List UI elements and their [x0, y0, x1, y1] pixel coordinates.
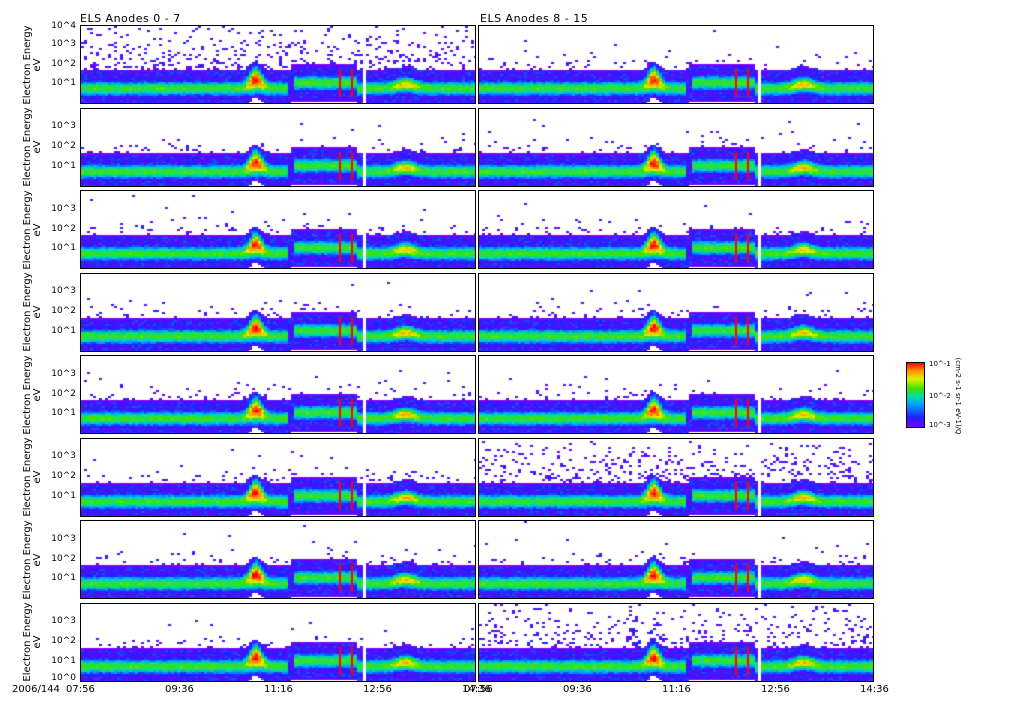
left-column-title: ELS Anodes 0 - 7 — [80, 12, 181, 25]
spectrogram-panel — [478, 355, 874, 434]
y-tick-label: 10^1 — [51, 490, 76, 501]
x-tick-label: 07:56 — [66, 684, 95, 695]
spectrogram-panel — [478, 107, 874, 187]
y-tick-label: 10^3 — [51, 451, 76, 462]
spectrogram-panel — [80, 107, 476, 187]
y-axis-label-line2: eV — [32, 140, 43, 154]
colorbar-tick: 10^-1 — [929, 360, 951, 368]
spectrogram-panel — [478, 25, 874, 104]
spectrogram-panel — [80, 520, 476, 599]
y-axis-label-line2: eV — [32, 223, 43, 236]
y-tick-label: 10^1 — [51, 573, 76, 584]
spectrogram-image — [81, 108, 475, 186]
y-axis-label: Electron Energy eV — [22, 20, 43, 110]
y-axis-label-line2: eV — [32, 553, 43, 566]
y-tick-label: 10^1 — [51, 160, 76, 171]
spectrogram-image — [479, 191, 873, 268]
y-tick-label: 10^1 — [51, 325, 76, 336]
y-axis-label: Electron Energy eV — [22, 515, 43, 605]
spectrogram-image — [479, 108, 873, 186]
spectrogram-panel — [478, 437, 874, 517]
spectrogram-image — [479, 356, 873, 433]
x-date-label: 2006/144 — [12, 684, 60, 695]
spectrogram-panel — [80, 190, 476, 269]
spectrogram-image — [479, 438, 873, 516]
y-tick-label: 10^1 — [51, 655, 76, 666]
x-tick-label: 12:56 — [363, 684, 392, 695]
y-axis-label-line2: eV — [32, 470, 43, 484]
y-tick-label: 10^1 — [51, 243, 76, 254]
y-axis-label-line2: eV — [32, 305, 43, 319]
y-tick-label: 10^1 — [51, 78, 76, 89]
y-axis-label: Electron Energy eV — [22, 185, 43, 275]
spectrogram-image — [479, 26, 873, 103]
y-tick-label: 10^3 — [51, 121, 76, 132]
y-axis-label: Electron Energy eV — [22, 102, 43, 192]
spectrogram-image — [479, 603, 873, 681]
spectrogram-image — [81, 356, 475, 433]
colorbar-label: (cm-2 s-1 sr-1 eV-1)/Q — [954, 357, 962, 435]
spectrogram-image — [81, 273, 475, 351]
y-tick-label: 10^2 — [51, 636, 76, 646]
spectrogram-panel — [80, 25, 476, 104]
spectrogram-image — [81, 191, 475, 268]
colorbar-tick: 10^-2 — [929, 392, 951, 400]
x-tick-label: 07:56 — [464, 684, 493, 695]
spectrogram-panel — [80, 602, 476, 682]
y-tick-label: 10^2 — [51, 388, 76, 399]
y-tick-label: 10^2 — [51, 58, 76, 69]
y-axis-label: Electron Energy eV — [22, 432, 43, 522]
spectrogram-panel — [80, 437, 476, 517]
spectrogram-panel — [478, 602, 874, 682]
spectrogram-panel — [80, 272, 476, 352]
spectrogram-panel — [478, 520, 874, 599]
y-tick-label: 10^0 — [51, 672, 76, 683]
spectrogram-image — [479, 273, 873, 351]
y-axis-label: Electron Energy eV — [22, 267, 43, 357]
y-tick-label: 10^3 — [51, 368, 76, 379]
y-tick-label: 10^3 — [51, 38, 76, 49]
spectrogram-image — [81, 603, 475, 681]
y-tick-label: 10^2 — [51, 306, 76, 316]
y-axis-label-line2: eV — [32, 635, 43, 649]
spectrogram-image — [81, 26, 475, 103]
spectrogram-image — [81, 438, 475, 516]
y-tick-label: 10^4 — [51, 21, 76, 31]
y-tick-label: 10^2 — [51, 223, 76, 234]
y-axis-label-line2: eV — [32, 58, 43, 71]
x-tick-label: 12:56 — [761, 684, 790, 695]
x-tick-label: 09:36 — [563, 684, 592, 695]
y-tick-label: 10^3 — [51, 616, 76, 627]
right-column-title: ELS Anodes 8 - 15 — [480, 12, 589, 25]
y-axis-label-line2: eV — [32, 388, 43, 401]
spectrogram-image — [479, 521, 873, 598]
colorbar — [906, 362, 925, 428]
y-axis-label: Electron Energy eV — [22, 597, 43, 687]
spectrogram-panel — [80, 355, 476, 434]
y-tick-label: 10^2 — [51, 141, 76, 151]
y-tick-label: 10^1 — [51, 408, 76, 419]
y-tick-label: 10^3 — [51, 286, 76, 297]
spectrogram-image — [81, 521, 475, 598]
x-tick-label: 11:16 — [264, 684, 293, 695]
y-tick-label: 10^2 — [51, 471, 76, 481]
y-tick-label: 10^3 — [51, 203, 76, 214]
spectrogram-panel — [478, 190, 874, 269]
x-tick-label: 11:16 — [662, 684, 691, 695]
y-tick-label: 10^2 — [51, 553, 76, 564]
x-tick-label: 09:36 — [165, 684, 194, 695]
spectrogram-panel — [478, 272, 874, 352]
colorbar-tick: 10^-3 — [929, 421, 951, 429]
y-axis-label: Electron Energy eV — [22, 350, 43, 440]
y-tick-label: 10^3 — [51, 533, 76, 544]
x-tick-label: 14:36 — [860, 684, 889, 695]
